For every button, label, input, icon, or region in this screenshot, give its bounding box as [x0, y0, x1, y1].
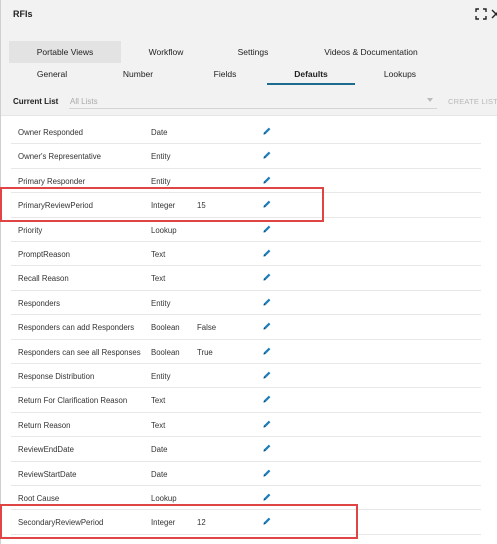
field-row: Priority Lookup — [11, 218, 481, 242]
edit-pencil-icon[interactable] — [262, 248, 272, 258]
field-name: Responders can add Responders — [18, 323, 135, 333]
field-type: Entity — [151, 152, 171, 162]
window-title: RFIs — [13, 9, 33, 19]
defaults-field-list: Owner Responded Date Owner's Representativ… — [0, 115, 497, 544]
edit-pencil-icon[interactable] — [262, 370, 272, 380]
edit-pencil-icon[interactable] — [262, 468, 272, 478]
tab-general[interactable]: General — [9, 64, 95, 85]
edit-pencil-icon[interactable] — [262, 321, 272, 331]
field-name: Response Distribution — [18, 372, 95, 381]
current-list-label: Current List — [13, 97, 59, 106]
highlight-box — [0, 504, 358, 539]
field-type: Date — [151, 128, 168, 137]
edit-pencil-icon[interactable] — [262, 224, 272, 234]
current-list-filter: Current List All Lists CREATE LIST — [1, 92, 497, 112]
field-type: Entity — [151, 372, 171, 381]
edit-pencil-icon[interactable] — [262, 150, 272, 160]
field-name: Owner Responded — [18, 128, 84, 137]
edit-pencil-icon[interactable] — [262, 272, 272, 282]
field-name: Responders can see all Responses — [18, 347, 141, 357]
field-type: Entity — [151, 176, 171, 186]
rfis-settings-window: RFIs Portable Views Workflow Settings Vi… — [0, 0, 497, 544]
tab-defaults[interactable]: Defaults — [267, 64, 355, 85]
tab-videos-documentation[interactable]: Videos & Documentation — [301, 41, 441, 63]
field-type: Text — [151, 274, 166, 284]
field-name: Owner's Representative — [18, 152, 101, 162]
field-row: Responders can add Responders Boolean Fals… — [11, 315, 481, 340]
field-type: Boolean — [151, 323, 180, 333]
field-row: Owner Responded Date — [11, 120, 481, 145]
secondary-tab-bar: General Number Fields Defaults Lookups — [1, 64, 497, 86]
field-row: Responders Entity — [11, 291, 481, 316]
edit-pencil-icon[interactable] — [262, 346, 272, 356]
close-icon[interactable] — [490, 8, 497, 20]
field-name: Responders — [18, 298, 61, 308]
field-name: Root Cause — [18, 494, 60, 503]
edit-pencil-icon[interactable] — [262, 419, 272, 429]
field-type: Boolean — [151, 347, 180, 357]
field-type: Date — [151, 469, 168, 479]
field-name: Return Reason — [18, 420, 71, 430]
field-type: Text — [151, 420, 166, 430]
tab-portable-views[interactable]: Portable Views — [9, 41, 121, 63]
edit-pencil-icon[interactable] — [262, 443, 272, 453]
field-default-value: True — [197, 347, 213, 357]
edit-pencil-icon[interactable] — [262, 297, 272, 307]
edit-pencil-icon[interactable] — [262, 394, 272, 404]
expand-icon[interactable] — [475, 8, 487, 20]
field-name: ReviewStartDate — [18, 469, 77, 479]
highlight-box — [0, 187, 324, 222]
field-row: PromptReason Text — [11, 242, 481, 267]
tab-fields[interactable]: Fields — [181, 64, 269, 85]
field-row: Recall Reason Text — [11, 266, 481, 291]
chevron-down-icon — [427, 98, 433, 102]
edit-pencil-icon[interactable] — [262, 492, 272, 502]
field-row: Responders can see all Responses Boolean T… — [11, 340, 481, 364]
create-list-button[interactable]: CREATE LIST — [448, 97, 497, 106]
field-row: Response Distribution Entity — [11, 364, 481, 389]
field-type: Text — [151, 250, 166, 259]
current-list-select[interactable]: All Lists — [69, 95, 437, 109]
tab-workflow[interactable]: Workflow — [121, 41, 211, 63]
field-type: Lookup — [151, 494, 177, 503]
field-name: ReviewEndDate — [18, 445, 74, 455]
field-name: Priority — [18, 225, 43, 235]
window-header: RFIs — [1, 0, 497, 38]
field-row: Owner's Representative Entity — [11, 144, 481, 169]
field-row: ReviewEndDate Date — [11, 437, 481, 462]
edit-pencil-icon[interactable] — [262, 126, 272, 136]
field-name: Recall Reason — [18, 274, 69, 284]
field-name: PromptReason — [18, 250, 71, 259]
field-type: Date — [151, 445, 168, 455]
field-type: Entity — [151, 298, 171, 308]
current-list-placeholder: All Lists — [70, 97, 98, 106]
tab-lookups[interactable]: Lookups — [355, 64, 445, 85]
field-row: Return For Clarification Reason Text — [11, 388, 481, 413]
field-type: Lookup — [151, 225, 177, 235]
primary-tab-bar: Portable Views Workflow Settings Videos … — [1, 41, 497, 63]
field-row: Return Reason Text — [11, 413, 481, 438]
field-name: Return For Clarification Reason — [18, 396, 128, 406]
field-name: Primary Responder — [18, 176, 86, 186]
field-type: Text — [151, 396, 166, 406]
edit-pencil-icon[interactable] — [262, 175, 272, 185]
field-row: ReviewStartDate Date — [11, 462, 481, 486]
tab-number[interactable]: Number — [95, 64, 181, 85]
field-default-value: False — [197, 323, 217, 333]
tab-settings[interactable]: Settings — [211, 41, 295, 63]
